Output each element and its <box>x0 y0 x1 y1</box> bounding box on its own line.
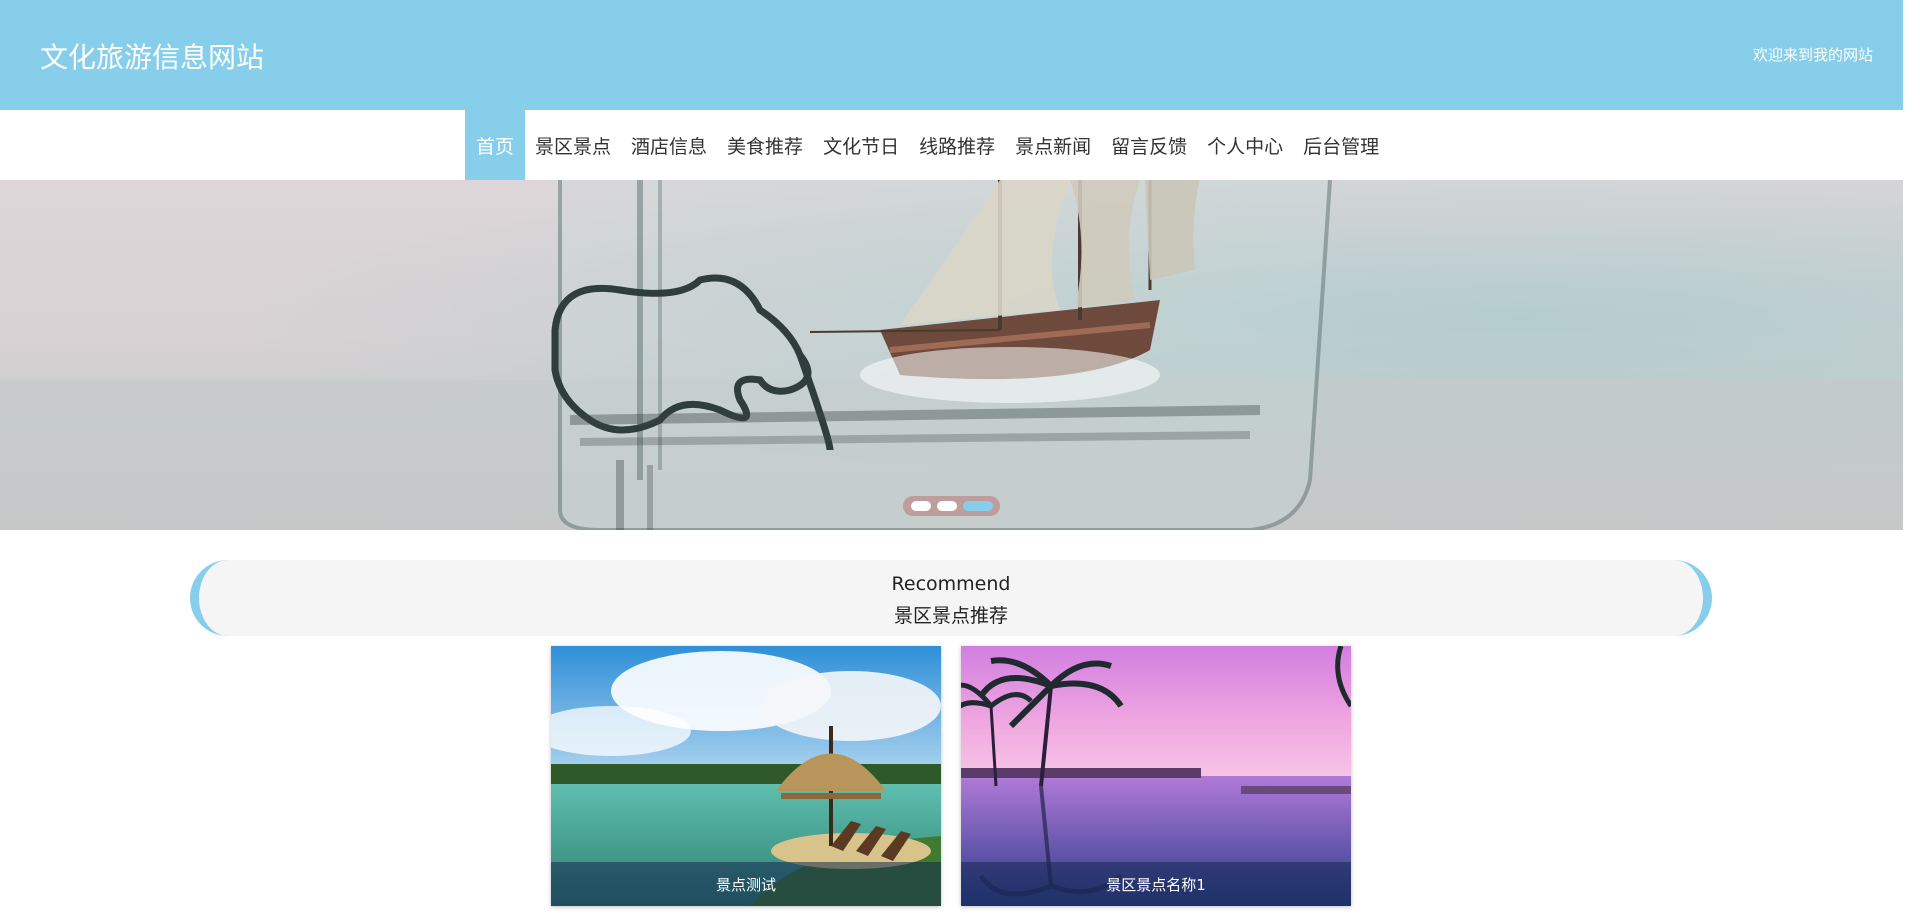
main-nav: 首页 景区景点 酒店信息 美食推荐 文化节日 线路推荐 景点新闻 留言反馈 个人… <box>0 110 1903 180</box>
nav-item-food[interactable]: 美食推荐 <box>717 110 813 180</box>
nav-item-routes[interactable]: 线路推荐 <box>909 110 1005 180</box>
recommend-card-list: 景点测试 景区景点名称1 <box>551 646 1351 906</box>
welcome-text: 欢迎来到我的网站 <box>1752 46 1873 64</box>
nav-item-festivals[interactable]: 文化节日 <box>813 110 909 180</box>
section-title-en: Recommend <box>891 573 1011 595</box>
banner-image <box>0 180 1903 530</box>
nav-item-scenic-spots[interactable]: 景区景点 <box>525 110 621 180</box>
scenic-card-caption: 景区景点名称1 <box>961 862 1351 906</box>
recommend-section-title: Recommend 景区景点推荐 <box>190 560 1712 636</box>
section-title-cn: 景区景点推荐 <box>893 605 1008 627</box>
carousel-indicators <box>903 496 1000 516</box>
nav-list: 首页 景区景点 酒店信息 美食推荐 文化节日 线路推荐 景点新闻 留言反馈 个人… <box>465 110 1389 180</box>
nav-item-news[interactable]: 景点新闻 <box>1005 110 1101 180</box>
page: 文化旅游信息网站 欢迎来到我的网站 首页 景区景点 酒店信息 美食推荐 文化节日… <box>0 0 1903 919</box>
carousel-dot-3[interactable] <box>962 501 993 511</box>
scenic-card[interactable]: 景点测试 <box>551 646 941 906</box>
site-title[interactable]: 文化旅游信息网站 <box>40 36 264 76</box>
nav-item-home[interactable]: 首页 <box>465 110 526 180</box>
site-header: 文化旅游信息网站 欢迎来到我的网站 <box>0 0 1903 110</box>
banner-carousel[interactable] <box>0 180 1903 530</box>
scenic-card[interactable]: 景区景点名称1 <box>961 646 1351 906</box>
scenic-card-caption: 景点测试 <box>551 862 941 906</box>
nav-item-feedback[interactable]: 留言反馈 <box>1101 110 1197 180</box>
carousel-dot-1[interactable] <box>910 501 931 511</box>
nav-item-profile[interactable]: 个人中心 <box>1197 110 1293 180</box>
carousel-dot-2[interactable] <box>936 501 957 511</box>
nav-item-hotels[interactable]: 酒店信息 <box>621 110 717 180</box>
nav-item-admin[interactable]: 后台管理 <box>1293 110 1389 180</box>
